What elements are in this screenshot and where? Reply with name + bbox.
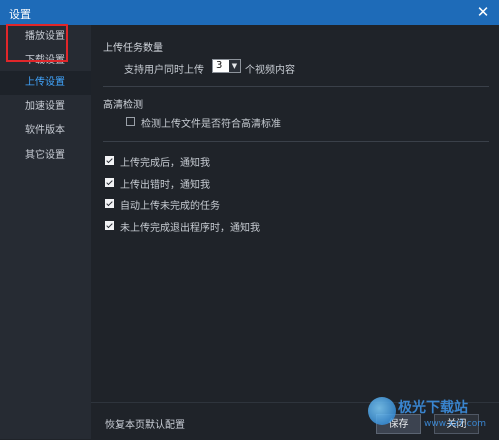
upload-count-prefix: 支持用户同时上传 [124, 65, 204, 76]
auto-resume-label: 自动上传未完成的任务 [120, 201, 220, 212]
sidebar-item-version[interactable]: 软件版本 [0, 119, 91, 143]
settings-panel: 上传任务数量 支持用户同时上传 3 ▼ 个视频内容 高清检测 检测上传文件是否符… [91, 25, 499, 439]
restore-defaults-link[interactable]: 恢复本页默认配置 [105, 416, 185, 431]
sidebar-item-download[interactable]: 下载设置 [0, 49, 91, 73]
divider [103, 86, 489, 87]
footer-bar: 恢复本页默认配置 保存 关闭 [91, 402, 499, 440]
notify-complete-label: 上传完成后，通知我 [120, 158, 210, 169]
save-button[interactable]: 保存 [376, 414, 421, 434]
hd-check-checkbox[interactable] [126, 117, 135, 126]
upload-count-value: 3 [216, 60, 223, 71]
sidebar: 播放设置 下载设置 上传设置 加速设置 软件版本 其它设置 [0, 25, 91, 439]
sidebar-item-other[interactable]: 其它设置 [0, 144, 91, 168]
hd-check-label: 检测上传文件是否符合高清标准 [141, 119, 281, 130]
upload-count-suffix: 个视频内容 [245, 65, 295, 76]
notify-exit-checkbox[interactable] [105, 221, 114, 230]
notify-error-checkbox[interactable] [105, 178, 114, 187]
notify-complete-checkbox[interactable] [105, 156, 114, 165]
close-button[interactable]: 关闭 [434, 414, 479, 434]
close-icon[interactable]: ✕ [474, 3, 492, 21]
sidebar-item-acceleration[interactable]: 加速设置 [0, 95, 91, 119]
sidebar-item-upload[interactable]: 上传设置 [0, 71, 91, 95]
auto-resume-checkbox[interactable] [105, 199, 114, 208]
window-title: 设置 [9, 8, 31, 21]
upload-count-select[interactable]: 3 ▼ [212, 59, 241, 73]
sidebar-item-playback[interactable]: 播放设置 [0, 25, 91, 49]
hd-check-title: 高清检测 [103, 100, 143, 111]
notify-exit-label: 未上传完成退出程序时，通知我 [120, 223, 260, 234]
upload-count-title: 上传任务数量 [103, 43, 163, 54]
notify-error-label: 上传出错时，通知我 [120, 180, 210, 191]
chevron-down-icon: ▼ [229, 60, 240, 72]
divider [103, 141, 489, 142]
title-bar: 设置 ✕ [0, 0, 499, 25]
